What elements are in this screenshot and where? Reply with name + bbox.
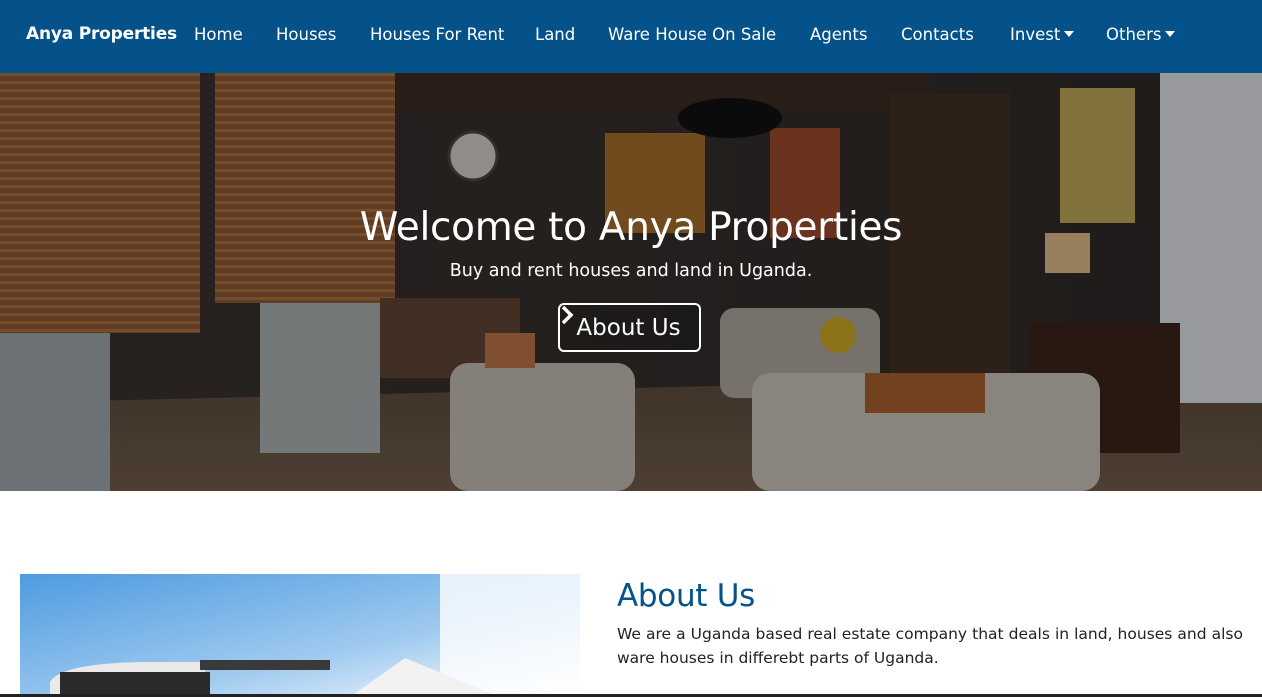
nav-item-land[interactable]: Land [535, 25, 575, 44]
top-navbar: Anya Properties Home Houses Houses For R… [0, 0, 1262, 73]
nav-item-home[interactable]: Home [194, 25, 243, 44]
nav-item-houses-for-rent[interactable]: Houses For Rent [370, 25, 504, 44]
nav-item-invest[interactable]: Invest [1010, 25, 1075, 44]
living-room-background-image [0, 73, 1262, 491]
nav-item-others-label: Others [1106, 25, 1162, 44]
hero-banner: Welcome to Anya Properties Buy and rent … [0, 73, 1262, 491]
nav-item-others[interactable]: Others [1106, 25, 1176, 44]
about-us-button[interactable]: About Us [558, 303, 701, 352]
caret-down-icon [1165, 30, 1176, 37]
nav-item-invest-label: Invest [1010, 25, 1061, 44]
hero-title: Welcome to Anya Properties [359, 205, 903, 250]
about-us-text: We are a Uganda based real estate compan… [617, 625, 1243, 667]
nav-item-houses[interactable]: Houses [276, 25, 336, 44]
about-us-heading: About Us [617, 578, 755, 614]
caret-down-icon [1064, 30, 1075, 37]
nav-item-agents[interactable]: Agents [810, 25, 867, 44]
nav-item-warehouse-on-sale[interactable]: Ware House On Sale [608, 25, 776, 44]
nav-item-contacts[interactable]: Contacts [901, 25, 974, 44]
hero-subtitle: Buy and rent houses and land in Uganda. [449, 261, 813, 281]
brand-link[interactable]: Anya Properties [26, 24, 177, 44]
about-building-image [20, 574, 580, 697]
about-us-button-label: About Us [576, 314, 681, 341]
